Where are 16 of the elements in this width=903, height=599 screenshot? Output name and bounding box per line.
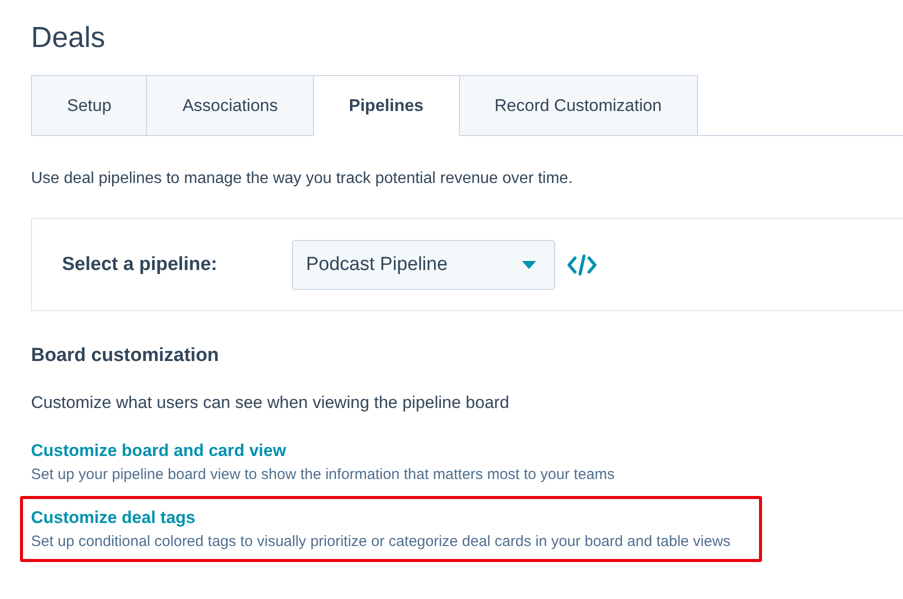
section-title: Board customization [31,344,220,368]
option-link[interactable]: Customize board and card view [31,440,286,462]
tab[interactable]: Associations [147,75,314,136]
option-description: Set up your pipeline board view to show the information that matters most to your teams [31,465,616,485]
tab[interactable]: Setup [31,75,148,136]
pipeline-dropdown[interactable]: Podcast Pipeline [292,240,555,290]
caret-icon [522,260,536,268]
intro-text: Use deal pipelines to manage the way you track potential revenue over time. [31,169,574,189]
tab[interactable]: Record Customization [460,75,698,136]
pipeline-label: Select a pipeline: [62,254,218,276]
page-title: Deals [31,21,106,56]
section-description: Customize what users can see when viewing the pipeline board [31,392,510,414]
tab[interactable]: Pipelines [314,75,460,136]
code-icon[interactable] [567,254,597,276]
option-link[interactable]: Customize deal tags [31,507,196,529]
option-description: Set up conditional colored tags to visually prioritize or categorize deal cards in your board and table views [31,532,732,552]
